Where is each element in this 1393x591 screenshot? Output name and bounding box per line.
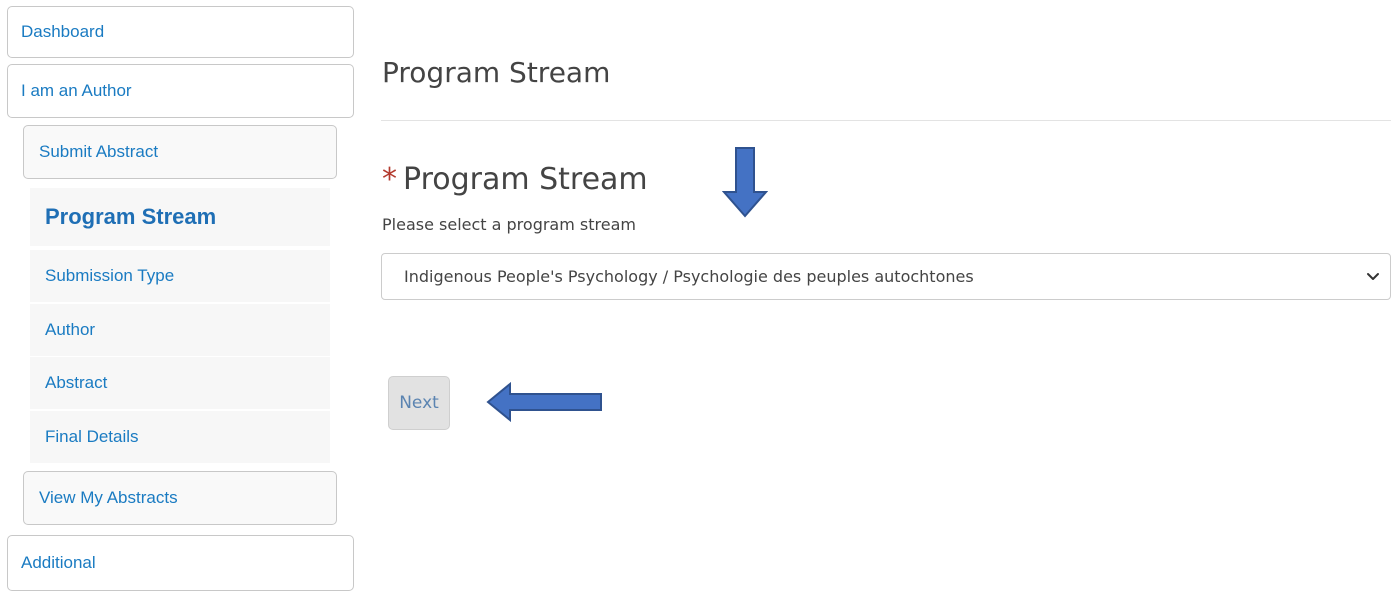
step-submission-type-label: Submission Type bbox=[45, 266, 175, 285]
step-final-details[interactable]: Final Details bbox=[30, 411, 330, 463]
step-author-label: Author bbox=[45, 320, 96, 339]
step-abstract[interactable]: Abstract bbox=[30, 357, 330, 409]
step-program-stream-label: Program Stream bbox=[45, 204, 217, 229]
nav-i-am-an-author-label: I am an Author bbox=[21, 81, 132, 100]
nav-dashboard[interactable]: Dashboard bbox=[7, 6, 354, 58]
arrow-left-annotation bbox=[486, 382, 602, 422]
arrow-down-annotation bbox=[722, 147, 768, 218]
title-divider bbox=[381, 120, 1391, 121]
field-label-text: Program Stream bbox=[403, 162, 648, 197]
nav-submit-abstract[interactable]: Submit Abstract bbox=[23, 125, 337, 179]
nav-i-am-an-author[interactable]: I am an Author bbox=[7, 64, 354, 118]
step-final-details-label: Final Details bbox=[45, 427, 139, 446]
program-stream-selected-value: Indigenous People's Psychology / Psychol… bbox=[404, 267, 974, 286]
nav-view-my-abstracts[interactable]: View My Abstracts bbox=[23, 471, 337, 525]
nav-additional-label: Additional bbox=[21, 553, 96, 572]
step-submission-type[interactable]: Submission Type bbox=[30, 250, 330, 302]
nav-additional[interactable]: Additional bbox=[7, 535, 354, 591]
step-program-stream[interactable]: Program Stream bbox=[30, 188, 330, 246]
nav-dashboard-label: Dashboard bbox=[21, 22, 105, 41]
field-help-text: Please select a program stream bbox=[382, 215, 636, 234]
next-button[interactable]: Next bbox=[388, 376, 450, 430]
step-author[interactable]: Author bbox=[30, 304, 330, 356]
nav-submit-abstract-label: Submit Abstract bbox=[39, 142, 159, 161]
required-asterisk: * bbox=[382, 162, 397, 197]
field-label: * Program Stream bbox=[382, 162, 648, 197]
program-stream-select[interactable]: Indigenous People's Psychology / Psychol… bbox=[381, 253, 1391, 300]
chevron-down-icon bbox=[1367, 273, 1379, 280]
nav-view-my-abstracts-label: View My Abstracts bbox=[39, 488, 178, 507]
page-title: Program Stream bbox=[382, 56, 611, 89]
step-abstract-label: Abstract bbox=[45, 373, 108, 392]
